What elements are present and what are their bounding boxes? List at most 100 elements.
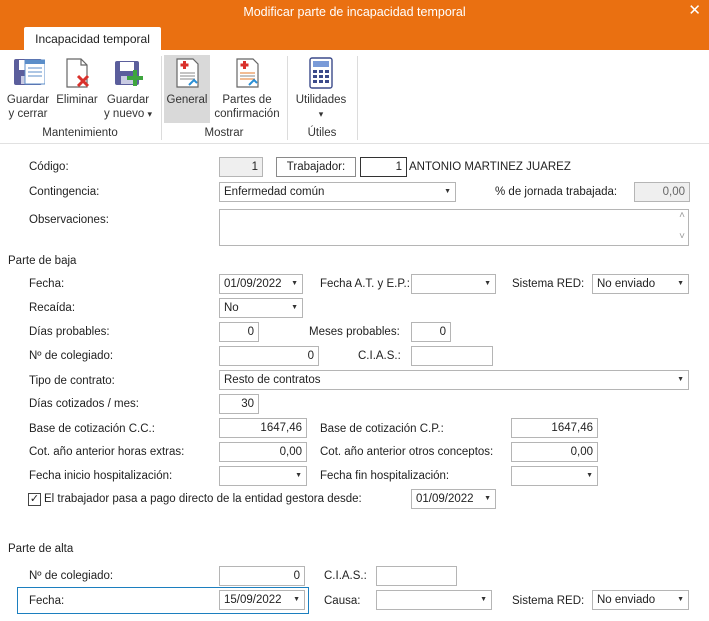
dropdown-arrow-icon: ▼ [677, 596, 684, 603]
alta-fecha-picker[interactable]: 15/09/2022 ▼ [219, 590, 305, 610]
medical-document-icon [176, 58, 199, 88]
partes-label-1: Partes de [222, 94, 272, 106]
recaida-value: No [224, 302, 239, 314]
horas-extras-label: Cot. año anterior horas extras: [29, 446, 185, 458]
ribbon-separator [357, 56, 358, 140]
fecha-at-label: Fecha A.T. y E.P.: [320, 278, 410, 290]
baja-sistema-red-select[interactable]: No enviado ▼ [592, 274, 689, 294]
baja-cias-field[interactable] [411, 346, 493, 366]
fecha-at-picker[interactable]: ▼ [411, 274, 496, 294]
save-new-button[interactable]: Guardar y nuevo ▾ [103, 56, 153, 121]
pago-directo-date-value: 01/09/2022 [416, 493, 474, 505]
save-new-label-1: Guardar [106, 94, 150, 106]
otros-conceptos-label: Cot. año anterior otros conceptos: [320, 446, 494, 458]
alta-cias-field[interactable] [376, 566, 457, 586]
section-parte-de-alta: Parte de alta [8, 543, 74, 555]
medical-document-icon [236, 58, 259, 88]
alta-sistema-red-select[interactable]: No enviado ▼ [592, 590, 689, 610]
jornada-label: % de jornada trabajada: [495, 186, 618, 198]
jornada-field: 0,00 [634, 182, 690, 202]
causa-select[interactable]: ▼ [376, 590, 492, 610]
alta-cias-label: C.I.A.S.: [324, 570, 367, 582]
tab-incapacidad-temporal[interactable]: Incapacidad temporal [24, 27, 161, 51]
save-new-icon [115, 61, 143, 86]
causa-label: Causa: [324, 595, 361, 607]
base-cp-label: Base de cotización C.P.: [320, 423, 444, 435]
delete-button[interactable]: Eliminar [54, 56, 100, 107]
trabajador-id-field[interactable]: 1 [360, 157, 407, 177]
dropdown-arrow-icon: ▼ [677, 376, 684, 383]
partes-label-2: confirmación [214, 108, 280, 120]
baja-colegiado-label: Nº de colegiado: [29, 350, 114, 362]
dias-probables-field[interactable]: 0 [219, 322, 259, 342]
meses-probables-label: Meses probables: [309, 326, 400, 338]
save-close-icon [14, 59, 45, 85]
pago-directo-date-picker[interactable]: 01/09/2022 ▼ [411, 489, 496, 509]
baja-fecha-label: Fecha: [29, 278, 65, 290]
codigo-field: 1 [219, 157, 263, 177]
baja-fecha-value: 01/09/2022 [224, 278, 282, 290]
dropdown-arrow-icon: ▼ [677, 280, 684, 287]
contingencia-select[interactable]: Enfermedad común ▼ [219, 182, 456, 202]
base-cp-field[interactable]: 1647,46 [511, 418, 598, 438]
dropdown-arrow-icon: ▼ [484, 280, 491, 287]
ribbon-separator [161, 56, 162, 140]
chevron-down-icon: ▾ [147, 109, 152, 119]
group-mantenimiento: Mantenimiento [42, 127, 118, 139]
baja-sistema-red-value: No enviado [597, 278, 656, 290]
utilidades-label: Utilidades [295, 94, 347, 106]
close-icon[interactable]: ✕ [688, 0, 701, 22]
general-button[interactable]: General [164, 56, 210, 107]
dropdown-arrow-icon: ▼ [480, 596, 487, 603]
codigo-label: Código: [29, 161, 69, 173]
save-close-label-2: y cerrar [8, 108, 48, 120]
save-new-label-text: y nuevo [103, 108, 145, 120]
utilidades-button[interactable]: Utilidades ▾ [292, 56, 350, 121]
meses-probables-field[interactable]: 0 [411, 322, 451, 342]
scroll-up-icon[interactable]: ˄ [676, 210, 688, 221]
partes-confirmacion-button[interactable]: Partes de confirmación [212, 56, 282, 121]
observaciones-label: Observaciones: [29, 214, 109, 226]
trabajador-button[interactable]: Trabajador: [276, 157, 356, 177]
dias-cotizados-label: Días cotizados / mes: [29, 398, 139, 410]
tipo-contrato-label: Tipo de contrato: [29, 375, 115, 387]
base-cc-field[interactable]: 1647,46 [219, 418, 307, 438]
save-close-label-1: Guardar [6, 94, 50, 106]
alta-colegiado-field[interactable]: 0 [219, 566, 305, 586]
baja-fecha-picker[interactable]: 01/09/2022 ▼ [219, 274, 303, 294]
trabajador-name: ANTONIO MARTINEZ JUAREZ [409, 161, 571, 173]
alta-sistema-red-value: No enviado [597, 594, 656, 606]
base-cc-label: Base de cotización C.C.: [29, 423, 155, 435]
section-parte-de-baja: Parte de baja [8, 255, 77, 267]
delete-label: Eliminar [56, 94, 98, 106]
tipo-contrato-select[interactable]: Resto de contratos ▼ [219, 370, 689, 390]
alta-sistema-red-label: Sistema RED: [512, 595, 585, 607]
otros-conceptos-field[interactable]: 0,00 [511, 442, 598, 462]
hosp-inicio-picker[interactable]: ▼ [219, 466, 307, 486]
tipo-contrato-value: Resto de contratos [224, 374, 321, 386]
baja-sistema-red-label: Sistema RED: [512, 278, 585, 290]
dias-cotizados-field[interactable]: 30 [219, 394, 259, 414]
group-mostrar: Mostrar [204, 127, 244, 139]
observaciones-textarea[interactable] [219, 209, 689, 246]
pago-directo-label: El trabajador pasa a pago directo de la … [44, 493, 362, 505]
contingencia-value: Enfermedad común [224, 186, 325, 198]
delete-document-icon [66, 58, 90, 88]
scroll-down-icon[interactable]: ˅ [676, 231, 688, 242]
dropdown-arrow-icon: ▼ [295, 472, 302, 479]
dropdown-arrow-icon: ▼ [293, 596, 300, 603]
hosp-fin-picker[interactable]: ▼ [511, 466, 598, 486]
horas-extras-field[interactable]: 0,00 [219, 442, 307, 462]
save-close-button[interactable]: Guardar y cerrar [4, 56, 52, 121]
contingencia-label: Contingencia: [29, 186, 100, 198]
group-utiles: Útiles [307, 127, 337, 139]
recaida-select[interactable]: No ▼ [219, 298, 303, 318]
dropdown-arrow-icon: ▼ [484, 495, 491, 502]
dropdown-arrow-icon: ▼ [444, 188, 451, 195]
pago-directo-checkbox[interactable]: ✓ [28, 493, 41, 506]
baja-colegiado-field[interactable]: 0 [219, 346, 319, 366]
dropdown-arrow-icon: ▼ [291, 280, 298, 287]
window-title: Modificar parte de incapacidad temporal [0, 0, 709, 24]
hosp-inicio-label: Fecha inicio hospitalización: [29, 470, 173, 482]
calculator-icon [309, 57, 333, 89]
